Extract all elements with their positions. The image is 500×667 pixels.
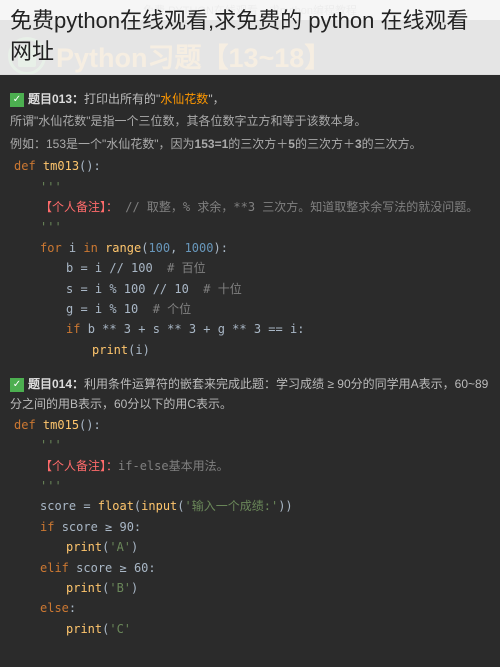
q013-text2: "， xyxy=(208,92,224,106)
q014-label: 题目014： xyxy=(28,377,84,391)
q013-desc2: 例如：153是一个"水仙花数"，因为153=1的三次方＋5的三次方＋3的三次方。 xyxy=(10,134,490,154)
code-014: def tm015(): ''' 【个人备注】：if-else基本用法。 '''… xyxy=(10,415,490,639)
check-icon: ✓ xyxy=(10,93,24,107)
q013-text1: 打印出所有的" xyxy=(84,92,160,106)
q013-desc1: 所谓"水仙花数"是指一个三位数，其各位数字立方和等于该数本身。 xyxy=(10,111,490,131)
overlay-title: 免费python在线观看,求免费的 python 在线观看网址 xyxy=(0,0,500,75)
code-013: def tm013(): ''' 【个人备注】： // 取整，% 求余，**3 … xyxy=(10,156,490,360)
q013-label: 题目013： xyxy=(28,92,84,106)
main-content: Python习题【13~18】 ✓题目013：打印出所有的"水仙花数"， 所谓"… xyxy=(0,20,500,653)
q013-highlight: 水仙花数 xyxy=(160,92,208,106)
check-icon: ✓ xyxy=(10,378,24,392)
question-014: ✓题目014：利用条件运算符的嵌套来完成此题：学习成绩 ≥ 90分的同学用A表示… xyxy=(0,374,500,653)
question-013: ✓ 题目013：打印出所有的"水仙花数"， 所谓"水仙花数"是指一个三位数，其各位… xyxy=(0,89,500,374)
